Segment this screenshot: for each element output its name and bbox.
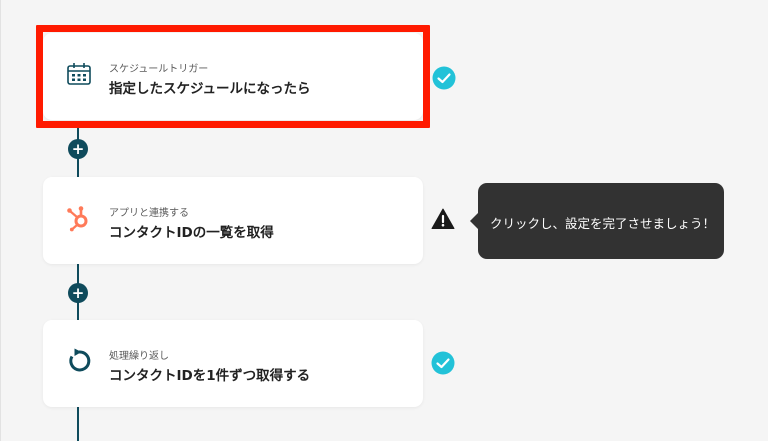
step-label: スケジュールトリガー xyxy=(109,64,209,75)
loop-icon xyxy=(65,347,93,375)
step-title: 指定したスケジュールになったら xyxy=(109,81,311,97)
setup-hint-tooltip: クリックし、設定を完了させましょう！ xyxy=(470,183,724,259)
calendar-schedule-icon xyxy=(65,60,93,88)
step-label: アプリと連携する xyxy=(109,208,189,219)
step-label: 処理繰り返し xyxy=(109,351,169,362)
check-icon xyxy=(431,351,455,375)
tooltip-text: クリックし、設定を完了させましょう！ xyxy=(490,216,716,231)
add-step-button[interactable]: + xyxy=(68,283,88,303)
panel-divider xyxy=(0,0,1,441)
flow-step-loop[interactable]: 処理繰り返し コンタクトIDを1件ずつ取得する xyxy=(43,320,423,407)
check-icon xyxy=(432,66,456,90)
flow-step-schedule-trigger[interactable]: スケジュールトリガー 指定したスケジュールになったら xyxy=(43,33,423,120)
step-title: コンタクトIDの一覧を取得 xyxy=(109,225,274,241)
hubspot-icon xyxy=(65,204,93,232)
flow-connector xyxy=(77,407,79,441)
add-step-button[interactable]: + xyxy=(68,139,88,159)
flow-step-app-integration[interactable]: アプリと連携する コンタクトIDの一覧を取得 xyxy=(43,177,423,264)
warning-icon xyxy=(431,207,455,231)
flow-canvas: スケジュールトリガー 指定したスケジュールになったら + アプリと連携する コン… xyxy=(0,0,768,441)
step-title: コンタクトIDを1件ずつ取得する xyxy=(109,368,311,384)
